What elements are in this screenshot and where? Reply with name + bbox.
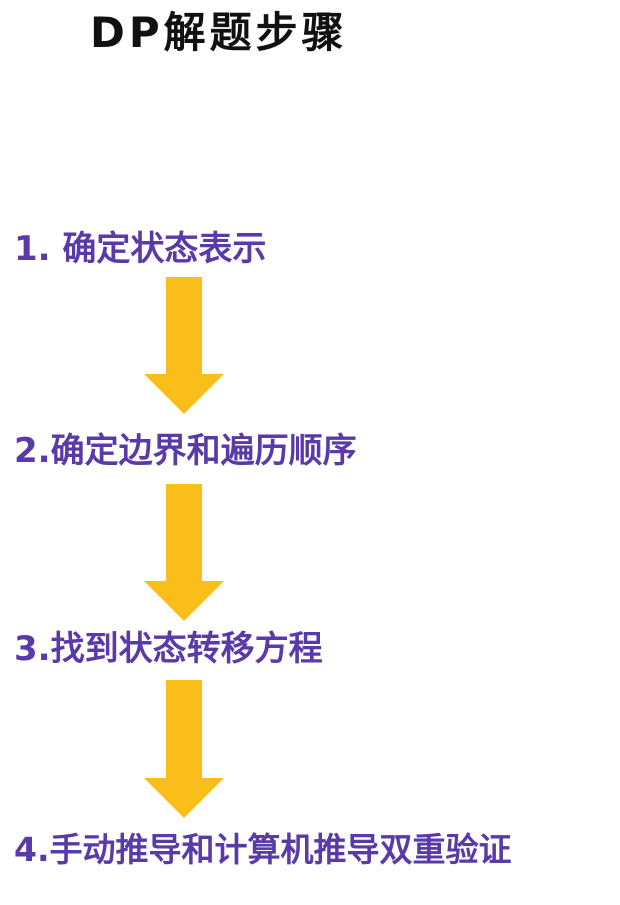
arrow-shaft: [166, 484, 202, 584]
step-3-label: 3.找到状态转移方程: [14, 629, 323, 669]
arrow-down-icon: [144, 277, 224, 414]
arrow-down-icon: [144, 484, 224, 621]
arrow-head: [144, 581, 224, 621]
arrow-head: [144, 374, 224, 414]
step-4-label: 4.手动推导和计算机推导双重验证: [14, 830, 512, 869]
page-title: DP解题步骤: [90, 8, 348, 57]
arrow-head: [144, 778, 224, 818]
step-1-label: 1. 确定状态表示: [14, 229, 267, 269]
step-2-label: 2.确定边界和遍历顺序: [14, 431, 357, 471]
arrow-down-icon: [144, 680, 224, 818]
arrow-shaft: [166, 277, 202, 377]
arrow-shaft: [166, 680, 202, 781]
